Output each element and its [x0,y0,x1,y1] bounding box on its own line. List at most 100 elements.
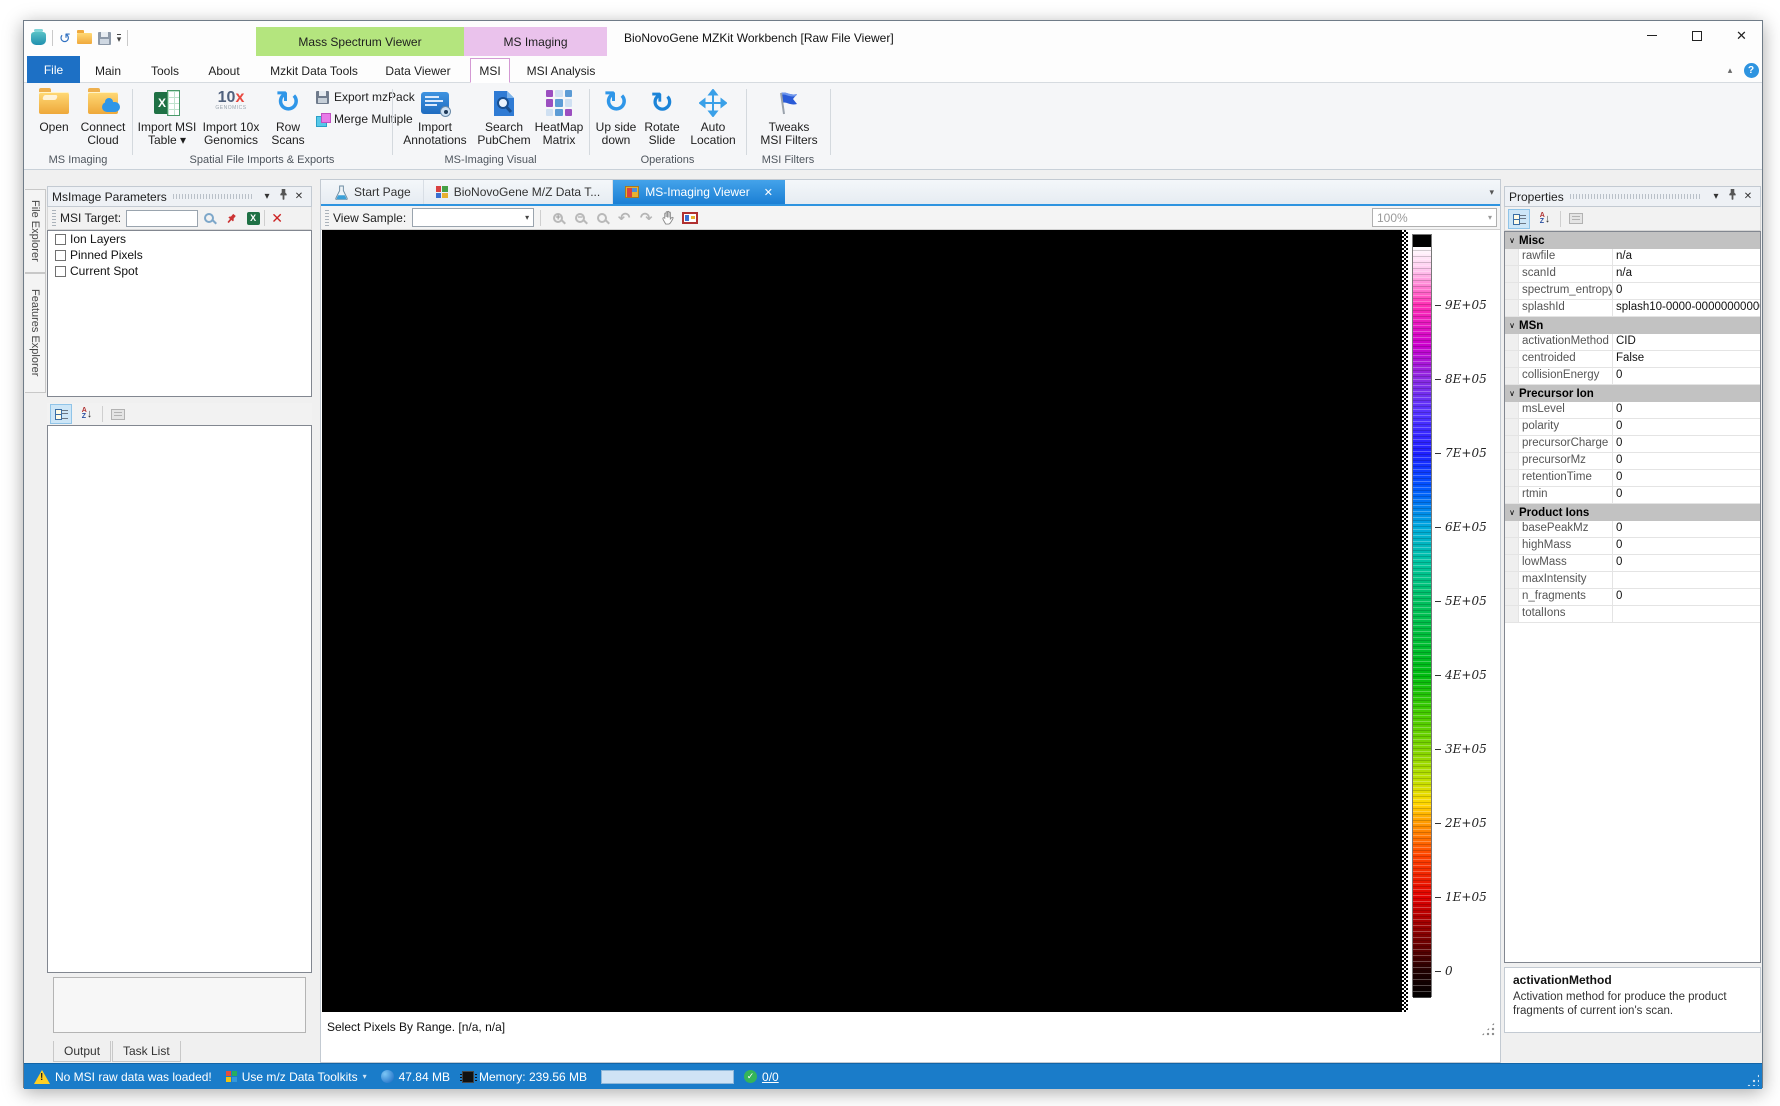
app-icon[interactable] [31,32,46,45]
property-value[interactable]: CID [1613,334,1760,350]
ribbon-button-upside-down[interactable]: ↻ Up side down [592,85,640,147]
property-value[interactable]: 0 [1613,538,1760,554]
tab-mzkit-data-tools[interactable]: Mzkit Data Tools [266,58,362,83]
alphabetical-sort-button[interactable]: AZ↓ [76,404,98,424]
ribbon-button-rotate-slide[interactable]: ↻ Rotate Slide [640,85,684,147]
property-row[interactable]: maxIntensity [1505,572,1760,589]
ribbon-button-tweaks-msi-filters[interactable]: Tweaks MSI Filters [752,85,826,147]
view-sample-combo[interactable]: ▾ [412,208,534,227]
property-value[interactable]: 0 [1613,368,1760,384]
collapse-chevron-icon[interactable]: ∨ [1505,236,1519,245]
categorized-view-button[interactable] [1508,209,1530,229]
ribbon-button-auto-location[interactable]: Auto Location [684,85,742,147]
property-value[interactable]: 0 [1613,589,1760,605]
property-value[interactable]: 0 [1613,402,1760,418]
tab-msi[interactable]: MSI [470,58,510,83]
property-category[interactable]: ∨Precursor Ion [1505,385,1760,402]
close-tab-icon[interactable]: ✕ [764,186,773,199]
property-value[interactable]: n/a [1613,249,1760,265]
collapse-chevron-icon[interactable]: ∨ [1505,389,1519,398]
tab-main[interactable]: Main [80,58,136,83]
property-row[interactable]: splashIdsplash10-0000-00000000000000 [1505,300,1760,317]
property-row[interactable]: collisionEnergy0 [1505,368,1760,385]
property-row[interactable]: rtmin0 [1505,487,1760,504]
property-row[interactable]: lowMass0 [1505,555,1760,572]
export-excel-icon[interactable]: X [242,212,264,225]
sidebar-tab-features-explorer[interactable]: Features Explorer [25,273,46,393]
tab-file[interactable]: File [27,56,80,83]
image-export-icon[interactable] [679,208,701,228]
bottom-tab-output[interactable]: Output [53,1041,111,1062]
tab-about[interactable]: About [194,58,254,83]
zoom-reset-icon[interactable] [591,208,613,228]
property-value[interactable] [1613,606,1760,622]
pin-target-icon[interactable] [220,213,242,224]
msimage-parameters-header[interactable]: MsImage Parameters ▾ ✕ [47,186,312,207]
ribbon-button-heatmap-matrix[interactable]: HeatMap Matrix [532,85,586,147]
zoom-out-icon[interactable]: − [569,208,591,228]
collapse-chevron-icon[interactable]: ∨ [1505,321,1519,330]
ribbon-button-import-msi-table[interactable]: X Import MSI Table ▾ [136,85,198,147]
panel-close-icon[interactable]: ✕ [1740,189,1756,205]
msi-target-input[interactable] [126,210,198,227]
doc-tab-ms-imaging-viewer[interactable]: MS-Imaging Viewer ✕ [613,180,785,204]
panel-menu-icon[interactable]: ▾ [1708,189,1724,205]
property-value[interactable]: 0 [1613,453,1760,469]
undo-icon[interactable]: ↺ [59,31,71,45]
ribbon-button-row-scans[interactable]: ↻ Row Scans [264,85,312,147]
save-icon[interactable] [98,32,111,45]
context-header-mass-spectrum-viewer[interactable]: Mass Spectrum Viewer [256,27,464,56]
property-row[interactable]: precursorCharge0 [1505,436,1760,453]
panel-pin-icon[interactable] [1724,188,1740,206]
property-row[interactable]: polarity0 [1505,419,1760,436]
resize-grip[interactable] [1481,1022,1495,1036]
maximize-button[interactable] [1674,21,1719,50]
property-category[interactable]: ∨MSn [1505,317,1760,334]
panel-close-icon[interactable]: ✕ [291,189,307,205]
property-row[interactable]: msLevel0 [1505,402,1760,419]
rotate-left-icon[interactable]: ↶ [613,208,635,228]
open-folder-icon[interactable] [77,33,92,44]
property-row[interactable]: n_fragments0 [1505,589,1760,606]
property-value[interactable]: 0 [1613,470,1760,486]
close-button[interactable]: ✕ [1719,21,1764,50]
property-row[interactable]: scanIdn/a [1505,266,1760,283]
checkbox[interactable] [55,266,66,277]
property-row[interactable]: spectrum_entropy0 [1505,283,1760,300]
property-category[interactable]: ∨Misc [1505,232,1760,249]
status-toolkit-button[interactable]: Use m/z Data Toolkits ▾ [226,1070,367,1084]
property-value[interactable]: 0 [1613,521,1760,537]
collapse-chevron-icon[interactable]: ∨ [1505,508,1519,517]
ribbon-button-connect-cloud[interactable]: Connect Cloud [76,85,130,147]
status-task-counter[interactable]: ✓ 0/0 [744,1070,779,1084]
property-row[interactable]: highMass0 [1505,538,1760,555]
property-pages-button[interactable] [1565,209,1587,229]
msi-image-canvas[interactable] [322,230,1402,1012]
panel-menu-icon[interactable]: ▾ [259,189,275,205]
zoom-in-icon[interactable]: + [547,208,569,228]
property-category[interactable]: ∨Product Ions [1505,504,1760,521]
property-row[interactable]: precursorMz0 [1505,453,1760,470]
tree-item[interactable]: Current Spot [48,263,311,279]
statusbar-resize-grip[interactable] [1747,1074,1759,1086]
tree-item[interactable]: Ion Layers [48,231,311,247]
property-value[interactable]: 0 [1613,419,1760,435]
zoom-level-combo[interactable]: 100% ▾ [1372,208,1497,227]
tree-item[interactable]: Pinned Pixels [48,247,311,263]
collapse-ribbon-icon[interactable]: ▴ [1720,58,1740,83]
sidebar-tab-file-explorer[interactable]: File Explorer [25,189,46,273]
property-value[interactable]: False [1613,351,1760,367]
property-value[interactable]: 0 [1613,487,1760,503]
property-row[interactable]: activationMethodCID [1505,334,1760,351]
bottom-tab-task-list[interactable]: Task List [112,1041,181,1062]
property-value[interactable]: n/a [1613,266,1760,282]
categorized-view-button[interactable] [50,404,72,424]
property-value[interactable]: 0 [1613,436,1760,452]
search-icon[interactable] [198,213,220,223]
property-value[interactable]: 0 [1613,555,1760,571]
ribbon-button-import-10x-genomics[interactable]: 10xGENOMICS Import 10x Genomics [200,85,262,147]
context-header-ms-imaging[interactable]: MS Imaging [464,27,607,56]
property-value[interactable] [1613,572,1760,588]
pan-hand-icon[interactable] [657,208,679,228]
qat-dropdown-icon[interactable]: ▾ [117,34,122,43]
